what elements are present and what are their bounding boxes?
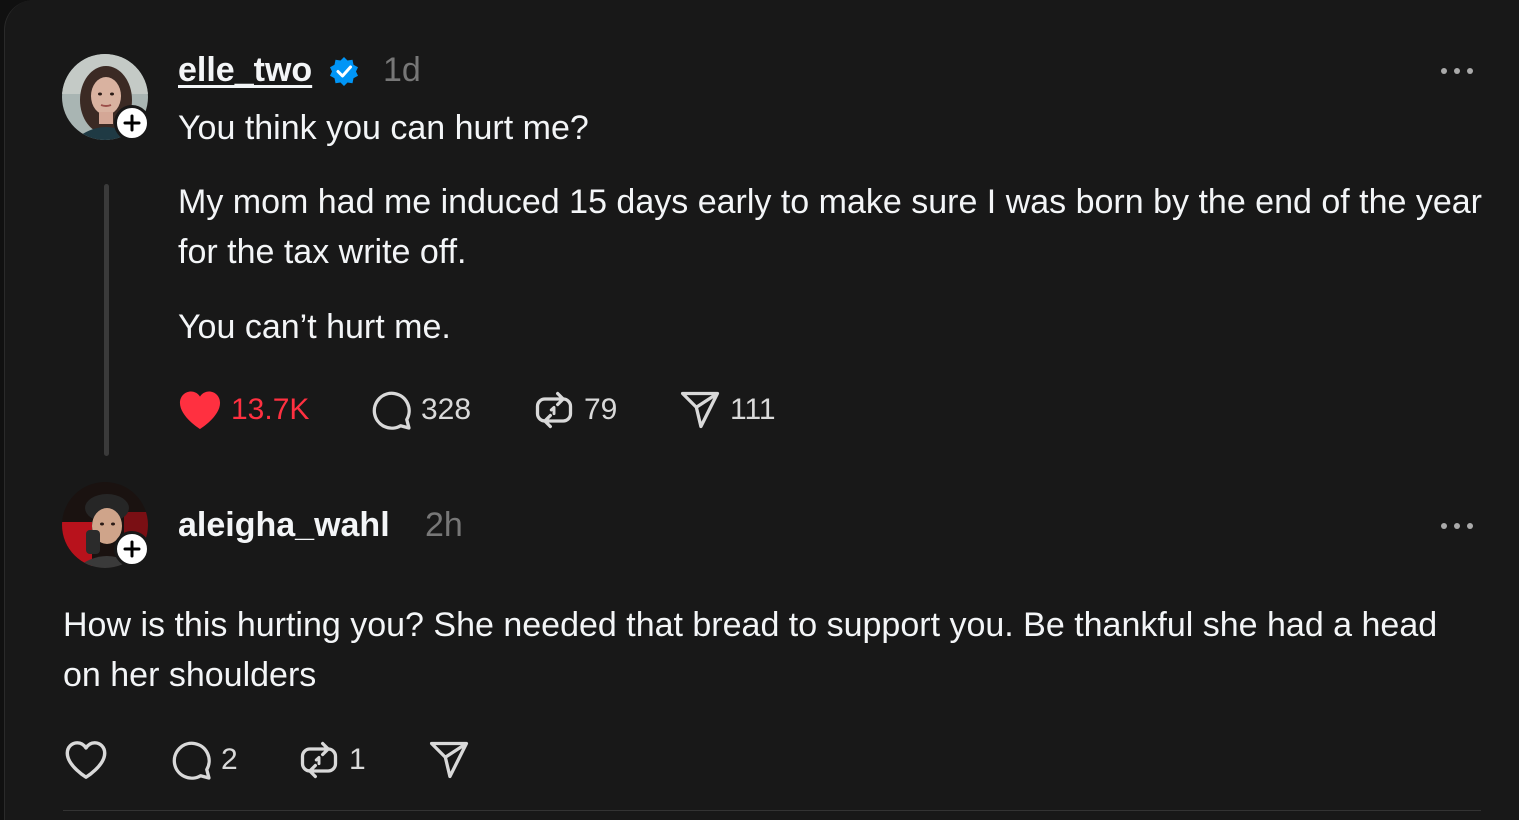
- send-icon: [680, 391, 720, 429]
- plus-icon: [123, 540, 141, 558]
- thread-connector-line: [104, 184, 109, 456]
- follow-author-button[interactable]: [114, 105, 150, 141]
- follow-reply-author-button[interactable]: [114, 531, 150, 567]
- post-headline: You think you can hurt me?: [178, 109, 589, 147]
- send-icon: [429, 741, 469, 779]
- post-repost-count: 79: [584, 393, 618, 426]
- post-share-button[interactable]: 111: [678, 386, 776, 434]
- reply-reply-button[interactable]: 2: [169, 736, 238, 784]
- more-options-icon: [1441, 523, 1473, 529]
- reply-timestamp: 2h: [425, 506, 463, 544]
- heart-icon: [179, 391, 221, 430]
- post-like-button[interactable]: 13.7K: [177, 386, 309, 434]
- post-more-options-button[interactable]: [1437, 56, 1477, 86]
- reply-author-username[interactable]: aleigha_wahl: [178, 505, 390, 545]
- post-reply-count: 328: [421, 393, 472, 426]
- thread-view: elle_two 1d You think you can hurt me? M…: [4, 0, 1519, 820]
- reply-share-button[interactable]: [427, 736, 479, 784]
- verified-badge-icon: [330, 57, 358, 86]
- repost-icon: [300, 741, 338, 779]
- more-options-icon: [1441, 68, 1473, 74]
- reply-repost-button[interactable]: 1: [297, 736, 366, 784]
- post-body-paragraph: My mom had me induced 15 days early to m…: [178, 183, 1483, 271]
- post-reply-button[interactable]: 328: [369, 386, 471, 434]
- reply-reply-count: 2: [221, 743, 238, 776]
- post-author-username[interactable]: elle_two: [178, 50, 312, 90]
- post-body-closing: You can’t hurt me.: [178, 308, 451, 346]
- reply-more-options-button[interactable]: [1437, 511, 1477, 541]
- post-timestamp: 1d: [383, 51, 421, 89]
- reply-text: How is this hurting you? She needed that…: [63, 606, 1438, 694]
- plus-icon: [123, 114, 141, 132]
- post-repost-button[interactable]: 79: [532, 386, 617, 434]
- post-like-count: 13.7K: [231, 393, 310, 426]
- reply-like-button[interactable]: [63, 736, 117, 784]
- comment-icon: [172, 741, 211, 780]
- repost-icon: [535, 391, 573, 429]
- reply-divider: [63, 810, 1481, 811]
- reply-repost-count: 1: [349, 743, 366, 776]
- post-share-count: 111: [730, 393, 776, 426]
- comment-icon: [372, 391, 411, 430]
- heart-icon: [65, 741, 107, 779]
